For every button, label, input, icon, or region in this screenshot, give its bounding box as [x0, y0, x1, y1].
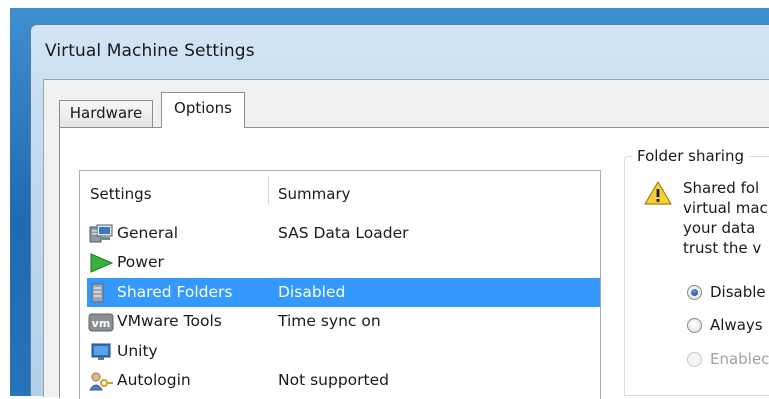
warning-text-line: Shared fol	[683, 179, 760, 197]
radio-enabled-label: Enablec	[710, 350, 769, 368]
list-item-summary: Not supported	[278, 371, 389, 389]
warning-icon	[644, 181, 672, 205]
list-item-name: General	[117, 224, 179, 242]
vmware-icon: vm	[88, 313, 114, 332]
tab-options[interactable]: Options	[161, 92, 245, 128]
list-item-summary: SAS Data Loader	[278, 224, 409, 242]
list-item-general[interactable]: General SAS Data Loader	[87, 219, 600, 248]
column-separator	[268, 175, 269, 205]
svg-text:vm: vm	[92, 317, 111, 330]
shared-folders-icon	[91, 283, 104, 303]
play-icon	[90, 253, 114, 273]
list-item-vmware-tools[interactable]: vm VMware Tools Time sync on	[87, 307, 600, 336]
folder-sharing-label: Folder sharing	[632, 147, 749, 165]
list-item-name: VMware Tools	[117, 312, 222, 330]
radio-always-label[interactable]: Always	[710, 316, 763, 334]
users-key-icon	[89, 372, 113, 391]
unity-icon	[91, 343, 111, 360]
list-item-name: Shared Folders	[117, 283, 233, 301]
list-item-unity[interactable]: Unity	[87, 337, 600, 366]
list-item-summary: Disabled	[278, 283, 346, 301]
warning-text-line: virtual mac	[683, 199, 768, 217]
list-item-name: Unity	[117, 342, 158, 360]
list-item-shared-folders[interactable]: Shared Folders Disabled	[87, 278, 600, 307]
radio-disable-label[interactable]: Disable	[710, 283, 766, 301]
radio-always[interactable]	[687, 318, 702, 333]
tab-hardware[interactable]: Hardware	[59, 100, 153, 127]
column-header-summary[interactable]: Summary	[278, 185, 351, 203]
column-header-settings[interactable]: Settings	[90, 185, 152, 203]
radio-disable[interactable]	[687, 285, 702, 300]
list-item-name: Autologin	[117, 371, 191, 389]
warning-text-line: trust the v	[683, 239, 762, 257]
warning-text-line: your data	[683, 219, 756, 237]
list-item-name: Power	[117, 253, 164, 271]
window-title: Virtual Machine Settings	[45, 41, 255, 61]
list-item-autologin[interactable]: Autologin Not supported	[87, 366, 600, 395]
list-item-power[interactable]: Power	[87, 248, 600, 277]
settings-list[interactable]: Settings Summary General SAS Data Loader	[79, 170, 601, 399]
radio-enabled	[687, 352, 702, 367]
list-item-summary: Time sync on	[278, 312, 381, 330]
computer-icon	[89, 224, 113, 243]
